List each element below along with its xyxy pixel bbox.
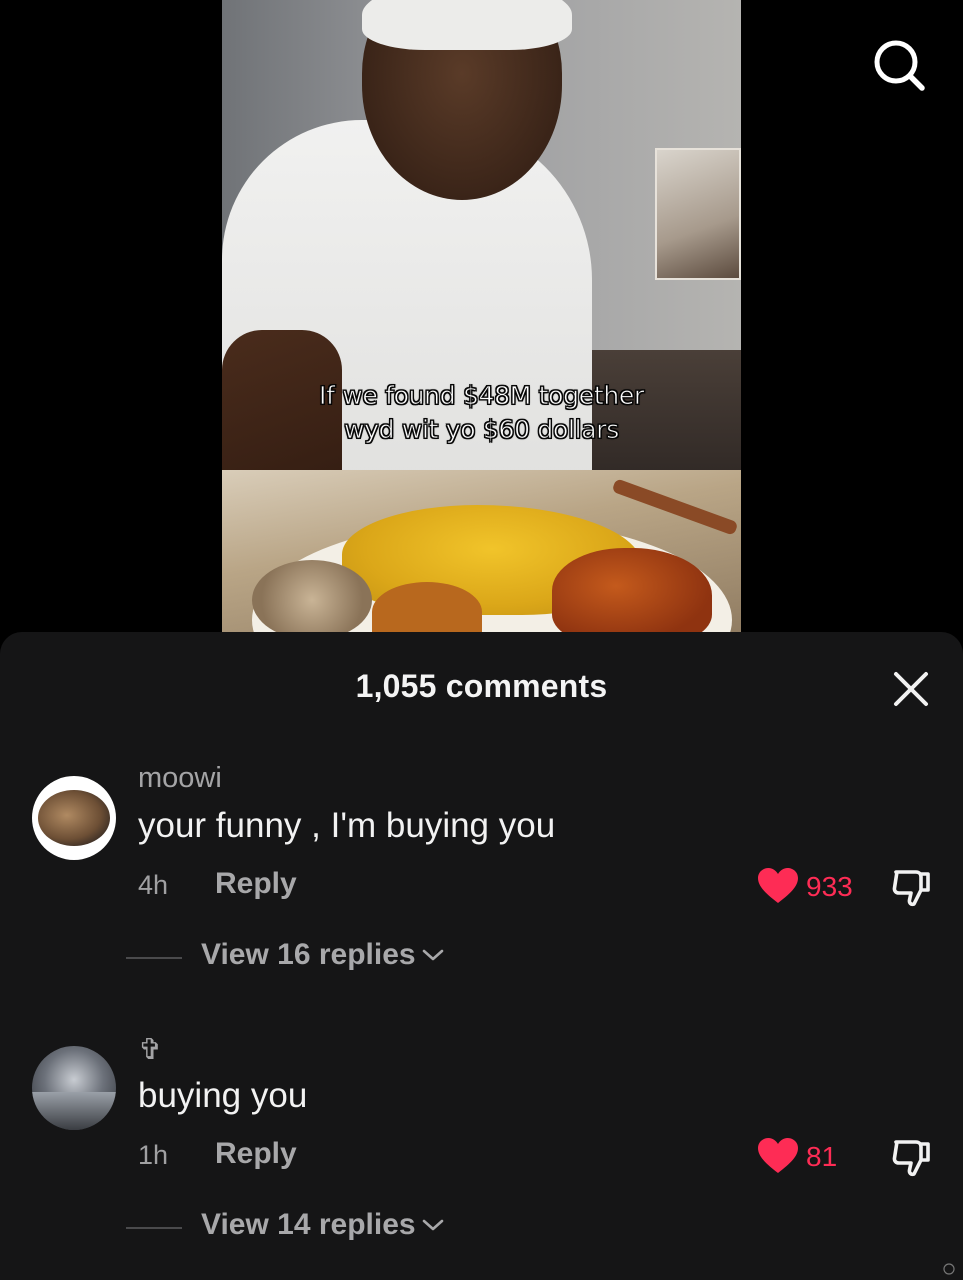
avatar[interactable] (32, 776, 116, 860)
chicken (552, 548, 712, 640)
dislike-icon[interactable] (890, 864, 934, 908)
wall-picture (655, 148, 741, 280)
emoji-icon (943, 1263, 955, 1275)
video-caption-line-1: If we found $48M together (319, 381, 645, 411)
comments-sheet: 1,055 comments moowi your funny , I'm bu… (0, 632, 963, 1280)
search-icon[interactable] (872, 38, 926, 92)
close-icon[interactable] (892, 670, 930, 708)
view-replies-label: View 16 replies (201, 938, 416, 971)
like-count: 933 (806, 871, 853, 902)
replies-divider (126, 1227, 182, 1229)
comments-count-title: 1,055 comments (355, 668, 608, 704)
comment-time: 1h (138, 1140, 169, 1170)
heart-icon[interactable] (757, 1137, 799, 1175)
comment-time: 4h (138, 870, 169, 900)
view-replies-button[interactable]: View 14 replies (201, 1208, 444, 1242)
chevron-down-icon (422, 1219, 443, 1231)
comment-text: buying you (138, 1076, 308, 1115)
view-replies-button[interactable]: View 16 replies (201, 938, 444, 972)
beans (252, 560, 372, 640)
video-frame[interactable] (222, 0, 741, 640)
avatar-cat-image (38, 790, 110, 846)
avatar[interactable] (32, 1046, 116, 1130)
dislike-icon[interactable] (890, 1134, 934, 1178)
comment-username[interactable]: moowi (138, 762, 222, 795)
reply-button[interactable]: Reply (215, 1137, 297, 1171)
comment-username[interactable]: ✞ (138, 1032, 162, 1067)
video-player[interactable]: If we found $48M together wyd wit yo $60… (0, 0, 963, 640)
like-count: 81 (806, 1141, 838, 1172)
chevron-down-icon (422, 949, 443, 961)
view-replies-label: View 14 replies (201, 1208, 416, 1241)
avatar-landscape-image (32, 1092, 116, 1130)
heart-icon[interactable] (757, 867, 799, 905)
reply-button[interactable]: Reply (215, 867, 297, 901)
video-caption-line-2: wyd wit yo $60 dollars (344, 415, 620, 445)
comment-text: your funny , I'm buying you (138, 806, 556, 845)
replies-divider (126, 957, 182, 959)
person-durag (362, 0, 572, 50)
